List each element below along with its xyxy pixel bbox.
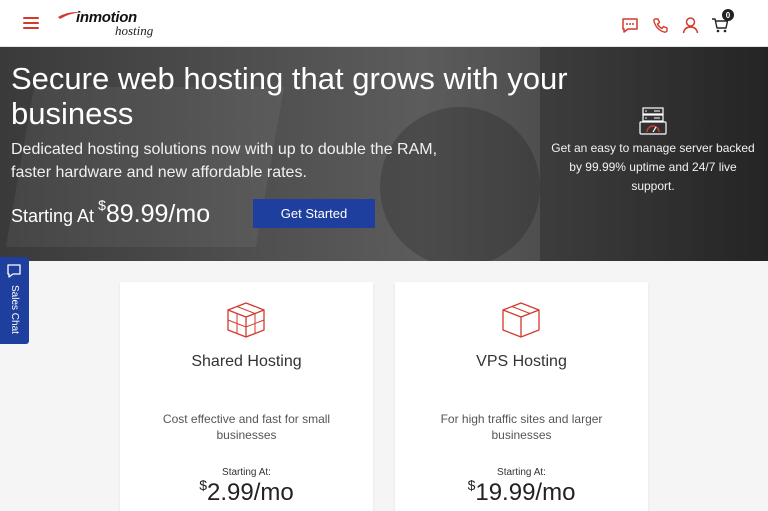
sales-chat-tab[interactable]: Sales Chat (0, 257, 29, 344)
site-header: inmotion hosting 0 (0, 0, 768, 47)
cart-count-badge: 0 (722, 9, 734, 21)
box-icon (227, 302, 265, 338)
hero-price: Starting At$89.99/mo (11, 197, 210, 229)
card-title: VPS Hosting (476, 353, 567, 370)
card-price: $19.99/mo (395, 477, 648, 507)
card-price: $2.99/mo (120, 477, 373, 507)
hero-price-amount: 89.99/mo (105, 200, 211, 228)
hero-subtitle: Dedicated hosting solutions now with up … (11, 141, 438, 181)
hero-banner: Secure web hosting that grows with your … (0, 47, 768, 261)
sales-chat-label: Sales Chat (9, 285, 20, 334)
hosting-card-vps[interactable]: VPS Hosting For high traffic sites and l… (395, 282, 648, 511)
card-price-currency: $ (199, 477, 208, 493)
box-icon (502, 302, 540, 338)
cart-icon[interactable]: 0 (710, 9, 734, 35)
card-description: For high traffic sites and larger busine… (440, 412, 603, 442)
get-started-button[interactable]: Get Started (253, 199, 375, 228)
chat-bubble-icon (7, 264, 21, 278)
menu-icon[interactable] (23, 17, 39, 29)
hero-feature-text: Get an easy to manage server backed by 9… (551, 141, 755, 193)
chat-icon[interactable] (620, 15, 640, 35)
card-price-amount: 19.99/mo (475, 479, 576, 506)
user-icon[interactable] (680, 15, 700, 35)
hero-price-label: Starting At (11, 206, 95, 226)
server-gauge-icon (639, 107, 667, 135)
hosting-card-shared[interactable]: Shared Hosting Cost effective and fast f… (120, 282, 373, 511)
card-title: Shared Hosting (191, 353, 302, 370)
phone-icon[interactable] (650, 15, 670, 35)
hero-price-currency: $ (98, 197, 106, 213)
header-icons: 0 (620, 9, 734, 36)
card-description: Cost effective and fast for small busine… (162, 412, 331, 442)
site-logo[interactable]: inmotion hosting (58, 9, 168, 39)
logo-sub-text: hosting (115, 23, 154, 38)
hero-title: Secure web hosting that grows with your … (11, 61, 568, 131)
card-price-amount: 2.99/mo (207, 479, 294, 506)
